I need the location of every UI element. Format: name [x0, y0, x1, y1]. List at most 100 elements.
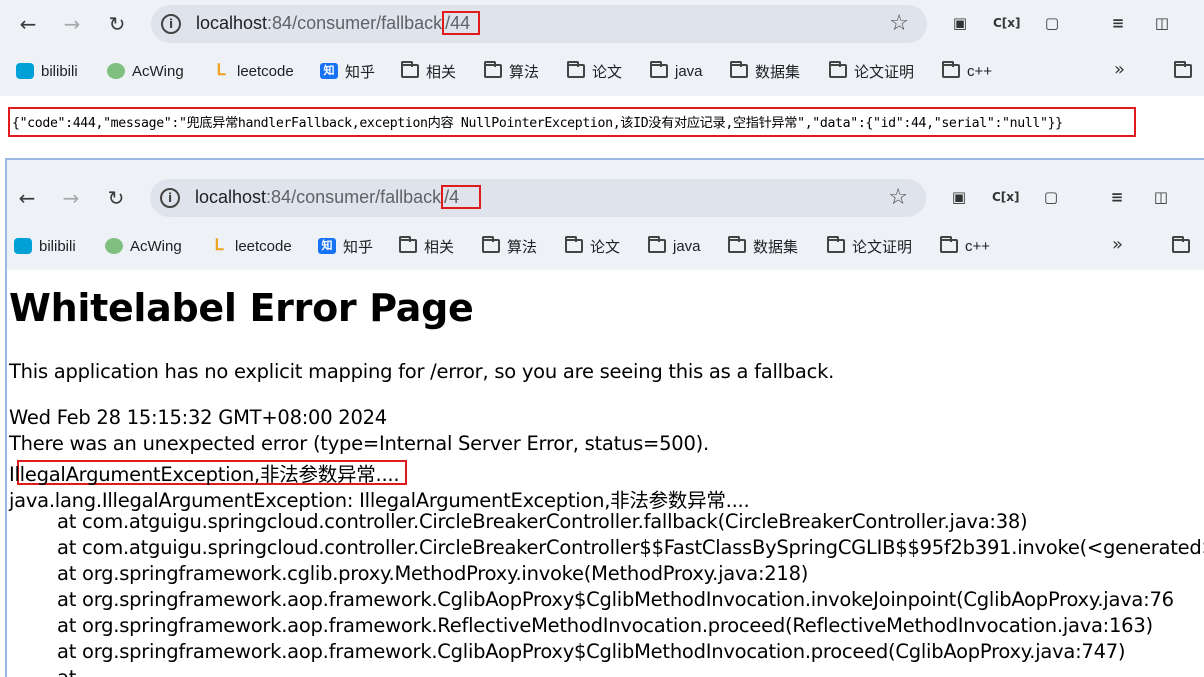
bookmark-folder[interactable]: 论文	[567, 59, 622, 83]
bookmark-acwing[interactable]: AcWing	[107, 59, 184, 83]
extensions-puzzle-icon[interactable]: ▢	[1040, 11, 1064, 35]
acwing-icon	[107, 63, 125, 79]
reading-list-icon[interactable]: ≡	[1106, 11, 1130, 35]
bookmark-leetcode[interactable]: ᒪ leetcode	[212, 59, 294, 83]
browser-chrome-top: ← → ↻ i localhost:84/consumer/fallback/4…	[7, 160, 1204, 270]
bookmark-bilibili[interactable]: bilibili	[16, 59, 78, 83]
acwing-icon	[105, 238, 123, 254]
folder-icon	[1172, 236, 1190, 253]
bookmark-zhihu[interactable]: 知知乎	[320, 59, 375, 83]
stack-trace-line: at org.springframework.aop.framework.Cgl…	[57, 640, 1126, 663]
bookmark-label: leetcode	[235, 237, 292, 255]
bookmark-folder[interactable]: 数据集	[730, 59, 800, 83]
leetcode-icon: ᒪ	[216, 62, 226, 79]
bookmark-folder-other[interactable]	[1172, 234, 1197, 258]
bookmark-label: leetcode	[237, 62, 294, 80]
stack-trace-line: at org.springframework.aop.framework.Ref…	[57, 614, 1153, 637]
side-panel-icon[interactable]: ◫	[1150, 11, 1174, 35]
extension-cx-icon[interactable]: C[x]	[992, 185, 1020, 209]
error-message: IllegalArgumentException,非法参数异常....	[9, 463, 400, 486]
bookmark-leetcode[interactable]: ᒪ leetcode	[210, 234, 292, 258]
reading-list-icon[interactable]: ≡	[1105, 185, 1129, 209]
site-info-icon[interactable]: i	[161, 14, 181, 34]
bookmark-label: c++	[965, 237, 991, 255]
bookmark-label: 相关	[426, 63, 457, 81]
folder-icon	[567, 61, 585, 78]
back-arrow-icon: ←	[19, 12, 37, 36]
folder-icon	[827, 236, 845, 253]
stack-trace-line: at org.springframework.cglib.proxy.Metho…	[57, 562, 809, 585]
bookmark-zhihu[interactable]: 知知乎	[318, 234, 373, 258]
bookmark-label: 算法	[509, 63, 540, 81]
bookmark-folder[interactable]: 论文证明	[827, 234, 912, 258]
bookmarks-bar: bilibili AcWing ᒪ leetcode 知知乎 相关 算法 论文 j…	[7, 230, 1201, 262]
bookmark-folder[interactable]: 算法	[482, 234, 537, 258]
extensions-puzzle-icon[interactable]: ▢	[1039, 185, 1063, 209]
bookmark-folder[interactable]: c++	[940, 234, 990, 258]
stack-trace-line: at com.atguigu.springcloud.controller.Ci…	[57, 510, 1028, 533]
bookmarks-overflow-icon[interactable]: »	[1112, 234, 1123, 255]
bookmark-label: bilibili	[41, 62, 78, 80]
side-panel-icon[interactable]: ◫	[1149, 185, 1173, 209]
bookmark-folder[interactable]: 相关	[401, 59, 456, 83]
bookmark-folder[interactable]: 论文	[565, 234, 620, 258]
url-path-highlight: /4	[441, 185, 482, 209]
extension-tampermonkey-icon[interactable]: ▣	[947, 185, 971, 209]
bookmark-folder[interactable]: c++	[942, 59, 992, 83]
folder-icon	[648, 236, 666, 253]
site-info-icon[interactable]: i	[160, 188, 180, 208]
bookmark-acwing[interactable]: AcWing	[105, 234, 182, 258]
bilibili-icon	[16, 63, 34, 79]
folder-icon	[565, 236, 583, 253]
bookmark-label: c++	[967, 62, 993, 80]
back-button[interactable]: ←	[13, 184, 41, 212]
stack-trace-line: at com.atguigu.springcloud.controller.Ci…	[57, 536, 1204, 559]
bookmarks-bar: bilibili AcWing ᒪ leetcode 知知乎 相关 算法 论文 j…	[0, 55, 1204, 87]
back-button[interactable]: ←	[14, 10, 42, 38]
bookmark-folder[interactable]: 论文证明	[829, 59, 914, 83]
folder-icon	[399, 236, 417, 253]
folder-icon	[1174, 61, 1192, 78]
error-timestamp: Wed Feb 28 15:15:32 GMT+08:00 2024	[9, 406, 387, 429]
bookmark-folder[interactable]: java	[650, 59, 703, 83]
error-summary: There was an unexpected error (type=Inte…	[9, 432, 709, 455]
bookmark-label: bilibili	[39, 237, 76, 255]
bookmarks-overflow-icon[interactable]: »	[1114, 59, 1125, 80]
url-path: :84/consumer/fallback	[266, 187, 442, 207]
folder-icon	[942, 61, 960, 78]
bookmark-star-icon[interactable]: ☆	[888, 185, 908, 210]
back-arrow-icon: ←	[18, 186, 36, 210]
reload-button[interactable]: ↻	[103, 10, 131, 38]
forward-arrow-icon: →	[63, 12, 81, 36]
leetcode-icon: ᒪ	[214, 237, 224, 254]
zhihu-icon: 知	[320, 63, 338, 79]
url-text[interactable]: localhost:84/consumer/fallback/4	[195, 185, 482, 209]
bookmark-folder[interactable]: 算法	[484, 59, 539, 83]
bookmark-label: 论文证明	[854, 63, 915, 81]
browser-chrome-top: ← → ↻ i localhost:84/consumer/fallback/4…	[0, 0, 1204, 96]
address-bar[interactable]: i localhost:84/consumer/fallback/4 ☆	[150, 179, 926, 217]
bookmark-bilibili[interactable]: bilibili	[14, 234, 76, 258]
bookmark-folder[interactable]: 相关	[399, 234, 454, 258]
forward-button[interactable]: →	[57, 184, 85, 212]
zhihu-icon: 知	[318, 238, 336, 254]
bookmark-folder-other[interactable]	[1174, 59, 1199, 83]
bookmark-label: java	[675, 62, 703, 80]
bookmark-label: 论文	[592, 63, 623, 81]
bookmark-folder[interactable]: 数据集	[728, 234, 798, 258]
forward-button[interactable]: →	[58, 10, 86, 38]
bookmark-label: 算法	[507, 238, 538, 256]
folder-icon	[401, 61, 419, 78]
url-text[interactable]: localhost:84/consumer/fallback/44	[196, 11, 481, 35]
reload-icon: ↻	[108, 12, 126, 36]
folder-icon	[482, 236, 500, 253]
bookmark-star-icon[interactable]: ☆	[889, 11, 909, 36]
address-bar[interactable]: i localhost:84/consumer/fallback/44 ☆	[151, 5, 927, 43]
reload-button[interactable]: ↻	[102, 184, 130, 212]
bookmark-label: java	[673, 237, 701, 255]
bookmark-label: 数据集	[755, 63, 801, 81]
browser-toolbar: ← → ↻ i localhost:84/consumer/fallback/4…	[7, 174, 1204, 222]
extension-tampermonkey-icon[interactable]: ▣	[948, 11, 972, 35]
extension-cx-icon[interactable]: C[x]	[993, 11, 1021, 35]
bookmark-folder[interactable]: java	[648, 234, 701, 258]
